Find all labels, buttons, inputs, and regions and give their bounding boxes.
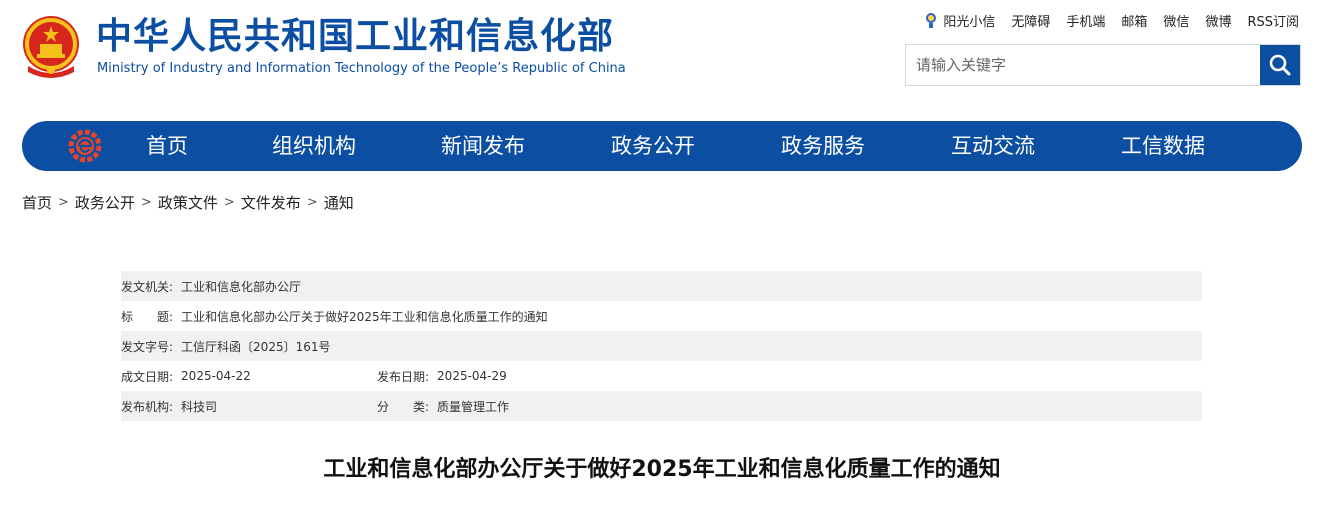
site-title-en[interactable]: Ministry of Industry and Information Tec… xyxy=(97,60,626,78)
meta-value-title: 工业和信息化部办公厅关于做好2025年工业和信息化质量工作的通知 xyxy=(181,309,548,324)
top-link-weibo[interactable]: 微博 xyxy=(1205,11,1231,30)
meta-value-issuer: 工业和信息化部办公厅 xyxy=(181,279,302,294)
document-meta-table: 发文机关: 工业和信息化部办公厅 标 题: 工业和信息化部办公厅关于做好2025… xyxy=(121,271,1202,421)
breadcrumb-item-notice[interactable]: 通知 xyxy=(324,192,354,213)
nav-item-interaction[interactable]: 互动交流 xyxy=(951,121,1035,171)
meta-value-created: 2025-04-22 xyxy=(181,369,251,383)
meta-value-category: 质量管理工作 xyxy=(437,399,510,414)
top-links: 阳光小信 无障碍 手机端 邮箱 微信 微博 RSS订阅 xyxy=(923,8,1299,32)
meta-row-issuer: 发文机关: 工业和信息化部办公厅 xyxy=(121,271,1202,301)
meta-label-published: 发布日期: xyxy=(377,369,430,384)
breadcrumb-separator: > xyxy=(58,194,69,210)
breadcrumb-separator: > xyxy=(223,194,235,210)
meta-cell-created: 成文日期: 2025-04-22 xyxy=(121,368,251,385)
document-title: 工业和信息化部办公厅关于做好2025年工业和信息化质量工作的通知 xyxy=(323,457,1001,482)
nav-item-home[interactable]: 首页 xyxy=(146,121,188,171)
top-link-mobile[interactable]: 手机端 xyxy=(1066,11,1105,30)
meta-value-agency: 科技司 xyxy=(181,399,218,414)
meta-label-created: 成文日期: xyxy=(121,369,174,384)
meta-value-published: 2025-04-29 xyxy=(437,369,507,383)
breadcrumb-item-file-release[interactable]: 文件发布 xyxy=(241,192,301,213)
meta-row-title: 标 题: 工业和信息化部办公厅关于做好2025年工业和信息化质量工作的通知 xyxy=(121,301,1202,331)
nav-item-data[interactable]: 工信数据 xyxy=(1121,121,1205,171)
nav-item-news[interactable]: 新闻发布 xyxy=(441,121,525,171)
breadcrumb-item-home[interactable]: 首页 xyxy=(22,192,52,213)
top-link-accessibility[interactable]: 无障碍 xyxy=(1011,11,1050,30)
search-input[interactable] xyxy=(906,45,1260,85)
breadcrumb-separator: > xyxy=(140,194,152,210)
meta-cell-published: 发布日期: 2025-04-29 xyxy=(377,368,507,385)
meta-label-issuer: 发文机关: xyxy=(121,279,174,294)
nav-item-services[interactable]: 政务服务 xyxy=(781,121,865,171)
breadcrumb-item-government-affairs[interactable]: 政务公开 xyxy=(75,192,135,213)
breadcrumb-separator: > xyxy=(306,194,318,210)
sunshine-mascot-icon xyxy=(926,13,937,28)
search-box xyxy=(905,44,1301,86)
top-link-rss[interactable]: RSS订阅 xyxy=(1247,11,1299,30)
meta-label-docno: 发文字号: xyxy=(121,339,174,354)
meta-label-title: 标 题: xyxy=(121,309,174,324)
meta-label-agency: 发布机构: xyxy=(121,399,174,414)
top-link-wechat[interactable]: 微信 xyxy=(1163,11,1189,30)
main-nav: 首页 组织机构 新闻发布 政务公开 政务服务 互动交流 工信数据 xyxy=(22,121,1302,171)
national-emblem-icon[interactable] xyxy=(20,14,82,80)
meta-cell-agency: 发布机构: 科技司 xyxy=(121,398,217,415)
site-title-cn[interactable]: 中华人民共和国工业和信息化部 xyxy=(96,14,614,60)
meta-row-dates: 成文日期: 2025-04-22 发布日期: 2025-04-29 xyxy=(121,361,1202,391)
meta-row-agency: 发布机构: 科技司 分 类: 质量管理工作 xyxy=(121,391,1202,421)
meta-label-category: 分 类: xyxy=(377,399,430,414)
top-link-mail[interactable]: 邮箱 xyxy=(1121,11,1147,30)
meta-value-docno: 工信厅科函〔2025〕161号 xyxy=(181,339,331,354)
meta-row-docno: 发文字号: 工信厅科函〔2025〕161号 xyxy=(121,331,1202,361)
breadcrumb: 首页 > 政务公开 > 政策文件 > 文件发布 > 通知 xyxy=(22,191,354,213)
search-button[interactable] xyxy=(1260,45,1300,85)
nav-item-organization[interactable]: 组织机构 xyxy=(272,121,356,171)
miit-logo-icon[interactable] xyxy=(68,129,102,163)
breadcrumb-item-policy-documents[interactable]: 政策文件 xyxy=(158,192,218,213)
search-icon xyxy=(1269,54,1291,76)
top-link-sunshine-label[interactable]: 阳光小信 xyxy=(943,11,995,30)
meta-cell-category: 分 类: 质量管理工作 xyxy=(377,398,509,415)
top-link-sunshine[interactable]: 阳光小信 xyxy=(923,11,995,30)
nav-item-government-affairs[interactable]: 政务公开 xyxy=(611,121,695,171)
site-header: 中华人民共和国工业和信息化部 Ministry of Industry and … xyxy=(0,0,1317,100)
